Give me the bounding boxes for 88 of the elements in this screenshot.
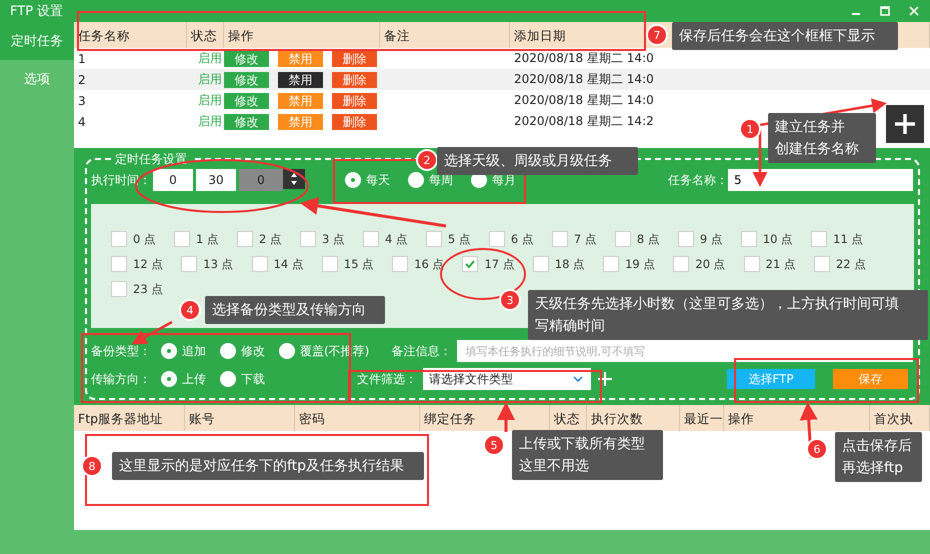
- hour-checkbox[interactable]: 19 点: [603, 255, 656, 273]
- callout-text: 点击保存后: [842, 437, 913, 456]
- hour-checkbox[interactable]: 14 点: [252, 255, 304, 273]
- status-text: 启用: [197, 113, 223, 130]
- hour-checkbox[interactable]: 22 点: [814, 255, 866, 273]
- field-label: 备注信息：: [391, 342, 452, 360]
- hour-checkbox[interactable]: 2 点: [236, 230, 282, 248]
- callout-text: 选择天级、周级或月级任务: [444, 152, 613, 171]
- action-button[interactable]: 禁用: [278, 72, 323, 88]
- step-number: 1: [741, 120, 759, 138]
- table-cell: 2: [78, 72, 86, 86]
- table-cell: 1: [78, 52, 86, 66]
- callout-text: 选择备份类型及传输方向: [212, 301, 367, 320]
- hour-checkbox[interactable]: 11 点: [811, 230, 864, 248]
- add-task-button[interactable]: [886, 105, 924, 143]
- action-button[interactable]: 删除: [332, 92, 377, 108]
- callout-text: 上传或下载所有类型: [519, 435, 646, 454]
- step-number: 4: [181, 301, 199, 319]
- time-field[interactable]: 0 30 0: [153, 169, 305, 191]
- field-label: 任务名称：: [668, 172, 728, 188]
- callout-text: 创建任务名称: [775, 140, 860, 159]
- maximize-icon[interactable]: [879, 5, 891, 17]
- spin-arrows-icon[interactable]: [283, 169, 305, 189]
- arrow: [752, 130, 768, 187]
- table-cell: 4: [78, 114, 86, 128]
- arrow: [497, 402, 515, 432]
- step-number: 6: [808, 440, 826, 458]
- check-icon: [464, 258, 476, 270]
- arrow: [800, 402, 818, 458]
- hour-checkbox[interactable]: 23 点: [111, 280, 164, 298]
- hour-checkbox[interactable]: 17 点: [462, 255, 515, 273]
- hour-checkbox[interactable]: 20 点: [673, 255, 726, 273]
- window-title: FTP 设置: [10, 3, 64, 20]
- arrow: [132, 320, 173, 344]
- field-label: 传输方向：: [91, 370, 151, 388]
- callout-text: 天级任务先选择小时数（这里可多选），上方执行时间可填: [535, 295, 900, 314]
- status-text: 启用: [197, 92, 223, 109]
- hour-checkbox[interactable]: 0 点: [111, 230, 156, 248]
- callout-text: 这里不用选: [519, 457, 590, 476]
- step-number: 3: [501, 291, 519, 309]
- table-cell: 2020/08/18 星期二 14:0: [514, 93, 654, 107]
- table-row[interactable]: 2 启用 修改 禁用 删除 2020/08/18 星期二 14:0: [74, 69, 930, 90]
- hour-checkbox[interactable]: 3 点: [300, 230, 345, 248]
- table-cell: 3: [78, 94, 86, 108]
- column-header: 账号: [185, 405, 295, 431]
- column-header: 操作: [724, 405, 870, 431]
- file-type-dropdown[interactable]: 请选择文件类型: [423, 368, 591, 390]
- field-label: 备份类型：: [91, 342, 151, 360]
- column-header: Ftp服务器地址: [74, 405, 185, 431]
- action-button[interactable]: 删除: [332, 114, 377, 130]
- callout-text: 这里显示的是对应任务下的ftp及任务执行结果: [119, 457, 406, 476]
- callout-text: 保存后任务会在这个框框下显示: [679, 27, 876, 46]
- callout-text: 再选择ftp: [842, 459, 904, 478]
- hour-checkbox[interactable]: 9 点: [678, 230, 723, 248]
- hour-checkbox[interactable]: 16 点: [392, 255, 444, 273]
- callout-text: 写精确时间: [535, 317, 606, 336]
- hour-checkbox[interactable]: 21 点: [744, 255, 796, 273]
- table-cell: 2020/08/18 星期二 14:2: [514, 114, 654, 128]
- hour-checkbox[interactable]: 4 点: [362, 230, 408, 248]
- step-number: 2: [418, 151, 436, 169]
- step-number: 5: [485, 436, 503, 454]
- close-icon[interactable]: [908, 5, 920, 17]
- status-text: 启用: [197, 50, 223, 67]
- hour-checkbox[interactable]: 8 点: [614, 230, 660, 248]
- column-header: 首次执: [870, 405, 930, 431]
- hour-checkbox[interactable]: 1 点: [174, 230, 219, 248]
- column-header: 最近一: [680, 405, 724, 431]
- task-name-field[interactable]: 5: [728, 169, 913, 191]
- field-label: 文件筛选：: [357, 370, 417, 388]
- column-header: 密码: [295, 405, 420, 431]
- table-cell: 2020/08/18 星期二 14:0: [514, 51, 654, 65]
- chevron-down-icon[interactable]: [573, 375, 583, 383]
- action-button[interactable]: 删除: [332, 50, 377, 66]
- hour-checkbox[interactable]: 10 点: [740, 230, 794, 248]
- hour-checkbox[interactable]: 6 点: [488, 230, 534, 248]
- step-number: 7: [648, 26, 666, 44]
- add-icon[interactable]: [598, 372, 612, 386]
- note-field[interactable]: 填写本任务执行的细节说明,可不填写: [457, 340, 913, 362]
- hour-checkbox[interactable]: 18 点: [532, 255, 586, 273]
- step-number: 8: [83, 457, 101, 475]
- table-cell: 2020/08/18 星期二 14:0: [514, 72, 654, 86]
- hour-checkbox[interactable]: 15 点: [322, 255, 374, 273]
- hour-checkbox[interactable]: 5 点: [426, 230, 471, 248]
- hour-checkbox[interactable]: 13 点: [181, 255, 234, 273]
- status-text: 启用: [197, 71, 223, 88]
- action-button[interactable]: 删除: [332, 72, 377, 88]
- hour-checkbox[interactable]: 12 点: [111, 255, 164, 273]
- hour-checkbox[interactable]: 7 点: [552, 230, 597, 248]
